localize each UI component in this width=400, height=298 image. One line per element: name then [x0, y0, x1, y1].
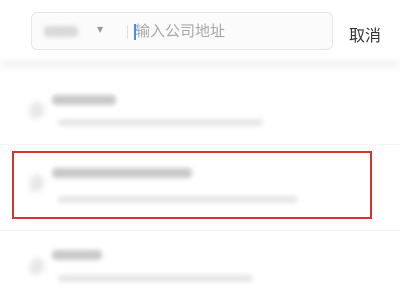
search-bar[interactable]: ▼	[31, 12, 333, 50]
search-input[interactable]	[135, 19, 325, 43]
cancel-button[interactable]: 取消	[349, 22, 381, 46]
city-selector[interactable]	[44, 26, 78, 37]
result-address	[58, 275, 253, 282]
list-item[interactable]	[0, 82, 400, 142]
chevron-down-icon[interactable]: ▼	[97, 25, 103, 34]
divider	[0, 144, 400, 145]
highlight-box	[12, 151, 372, 219]
result-title	[52, 250, 102, 260]
divider	[0, 230, 400, 231]
header-shadow	[0, 60, 400, 72]
location-pin-icon	[30, 102, 44, 118]
list-item[interactable]	[0, 238, 400, 298]
result-address	[58, 119, 263, 126]
search-divider	[127, 25, 128, 39]
result-title	[52, 95, 116, 105]
location-pin-icon	[30, 258, 44, 274]
